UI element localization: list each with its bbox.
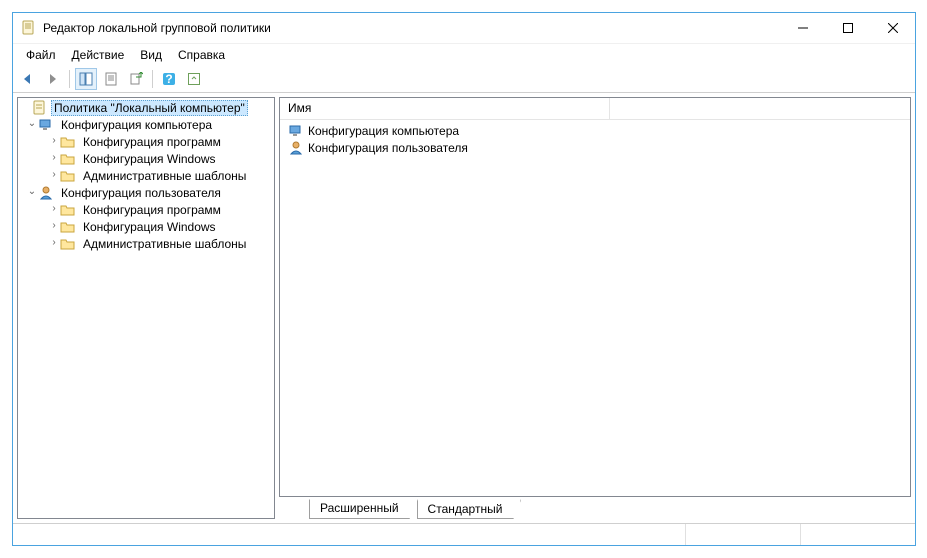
status-cell [685, 524, 800, 545]
collapse-icon[interactable]: › [48, 169, 60, 180]
status-cell [13, 524, 685, 545]
content-area: Политика "Локальный компьютер" ⌄ Конфигу… [13, 93, 915, 523]
list-item-label: Конфигурация компьютера [308, 124, 459, 138]
tab-extended[interactable]: Расширенный [309, 499, 418, 519]
policy-icon [32, 100, 48, 116]
app-icon [21, 20, 37, 36]
collapse-icon[interactable]: › [48, 152, 60, 163]
help-button[interactable]: ? [158, 68, 180, 90]
toolbar-separator [69, 70, 70, 88]
tree-user-admin[interactable]: › Административные шаблоны [18, 235, 274, 252]
tree-label: Конфигурация пользователя [57, 185, 225, 201]
expand-icon[interactable]: ⌄ [26, 186, 38, 197]
titlebar: Редактор локальной групповой политики [13, 13, 915, 43]
tree-comp-admin[interactable]: › Административные шаблоны [18, 167, 274, 184]
statusbar [13, 523, 915, 545]
list-item[interactable]: Конфигурация пользователя [280, 139, 910, 156]
list-header: Имя [280, 98, 910, 120]
tree-label: Административные шаблоны [79, 236, 250, 252]
show-tree-button[interactable] [75, 68, 97, 90]
menu-file[interactable]: Файл [19, 46, 63, 64]
tree-user-config[interactable]: ⌄ Конфигурация пользователя [18, 184, 274, 201]
folder-icon [60, 151, 76, 167]
folder-icon [60, 202, 76, 218]
tree-label: Политика "Локальный компьютер" [51, 100, 248, 116]
toolbar-separator [152, 70, 153, 88]
collapse-icon[interactable]: › [48, 220, 60, 231]
refresh-button[interactable] [183, 68, 205, 90]
tree-label: Конфигурация программ [79, 134, 225, 150]
folder-icon [60, 168, 76, 184]
folder-icon [60, 236, 76, 252]
menu-view[interactable]: Вид [133, 46, 169, 64]
tree-label: Административные шаблоны [79, 168, 250, 184]
nav-back-button[interactable] [17, 68, 39, 90]
tree-label: Конфигурация Windows [79, 151, 220, 167]
close-button[interactable] [870, 13, 915, 43]
list-item[interactable]: Конфигурация компьютера [280, 122, 910, 139]
tree-root[interactable]: Политика "Локальный компьютер" [18, 99, 274, 116]
list-item-label: Конфигурация пользователя [308, 141, 468, 155]
tree-comp-software[interactable]: › Конфигурация программ [18, 133, 274, 150]
menubar: Файл Действие Вид Справка [13, 43, 915, 65]
tree-user-windows[interactable]: › Конфигурация Windows [18, 218, 274, 235]
maximize-button[interactable] [825, 13, 870, 43]
tab-standard[interactable]: Стандартный [417, 499, 522, 519]
user-icon [38, 185, 54, 201]
menu-action[interactable]: Действие [65, 46, 132, 64]
toolbar: ? [13, 65, 915, 93]
properties-button[interactable] [100, 68, 122, 90]
user-icon [288, 140, 304, 156]
collapse-icon[interactable]: › [48, 135, 60, 146]
export-button[interactable] [125, 68, 147, 90]
status-cell [800, 524, 915, 545]
details-panel: Имя Конфигурация компьютера Конфигурация… [279, 97, 911, 519]
list-body: Конфигурация компьютера Конфигурация пол… [280, 120, 910, 496]
collapse-icon[interactable]: › [48, 203, 60, 214]
tree-label: Конфигурация компьютера [57, 117, 216, 133]
computer-icon [288, 123, 304, 139]
main-window: Редактор локальной групповой политики Фа… [12, 12, 916, 546]
window-title: Редактор локальной групповой политики [43, 21, 780, 35]
tree-user-software[interactable]: › Конфигурация программ [18, 201, 274, 218]
folder-icon [60, 134, 76, 150]
tree-computer-config[interactable]: ⌄ Конфигурация компьютера [18, 116, 274, 133]
nav-forward-button[interactable] [42, 68, 64, 90]
svg-text:?: ? [165, 72, 172, 86]
column-name[interactable]: Имя [280, 98, 610, 119]
minimize-button[interactable] [780, 13, 825, 43]
collapse-icon[interactable]: › [48, 237, 60, 248]
folder-icon [60, 219, 76, 235]
menu-help[interactable]: Справка [171, 46, 232, 64]
tree-comp-windows[interactable]: › Конфигурация Windows [18, 150, 274, 167]
tree-label: Конфигурация программ [79, 202, 225, 218]
expand-icon[interactable]: ⌄ [26, 118, 38, 129]
tree-panel: Политика "Локальный компьютер" ⌄ Конфигу… [17, 97, 275, 519]
computer-icon [38, 117, 54, 133]
tree-label: Конфигурация Windows [79, 219, 220, 235]
tabs: Расширенный Стандартный [279, 497, 911, 519]
